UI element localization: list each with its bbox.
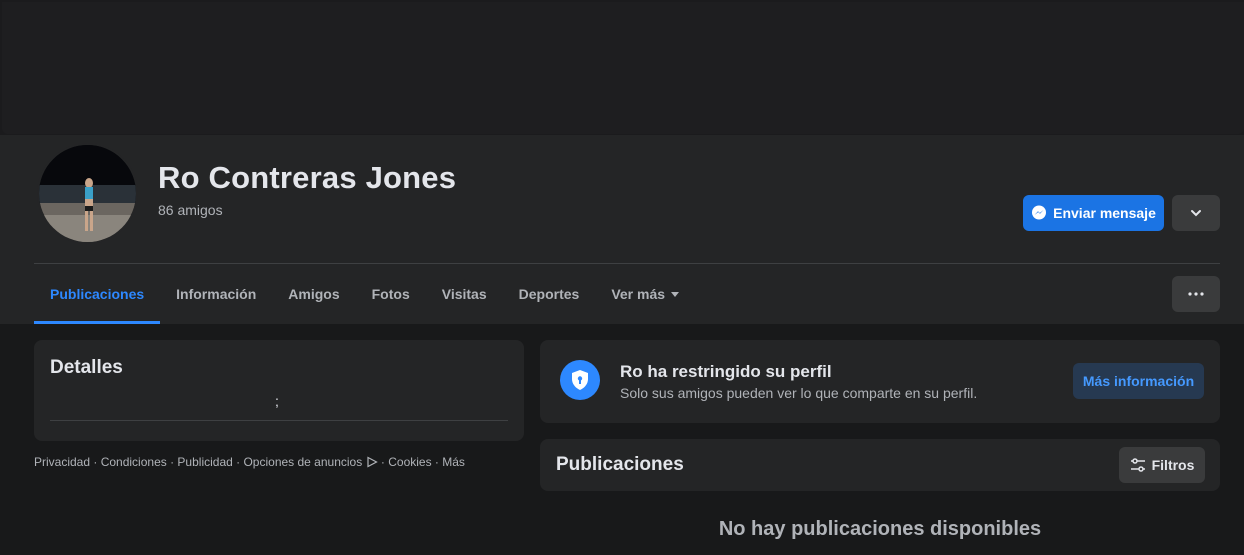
ad-choices-icon bbox=[366, 456, 378, 468]
footer-ads-link[interactable]: Publicidad bbox=[177, 455, 232, 469]
posts-header-card: Publicaciones Filtros bbox=[540, 439, 1220, 491]
tab-amigos[interactable]: Amigos bbox=[272, 264, 355, 324]
filters-label: Filtros bbox=[1151, 457, 1195, 473]
details-title: Detalles bbox=[50, 357, 123, 378]
profile-name: Ro Contreras Jones bbox=[158, 160, 457, 195]
tab-label: Ver más bbox=[611, 286, 666, 302]
more-options-button[interactable] bbox=[1172, 276, 1220, 312]
avatar[interactable] bbox=[37, 143, 138, 244]
tab-label: Amigos bbox=[288, 286, 340, 302]
avatar-photo bbox=[39, 145, 136, 242]
footer-more-link[interactable]: Más bbox=[442, 455, 465, 469]
more-info-button[interactable]: Más información bbox=[1073, 363, 1204, 399]
posts-title: Publicaciones bbox=[556, 454, 684, 475]
tab-label: Deportes bbox=[518, 286, 580, 302]
cover-photo-area bbox=[2, 2, 1244, 134]
footer-ad-choices-link[interactable]: Opciones de anuncios bbox=[243, 455, 362, 469]
footer-links: Privacidad · Condiciones · Publicidad · … bbox=[34, 455, 465, 469]
details-text: ; bbox=[275, 393, 279, 409]
footer-terms-link[interactable]: Condiciones bbox=[101, 455, 167, 469]
tab-deportes[interactable]: Deportes bbox=[503, 264, 596, 324]
shield-glyph bbox=[572, 370, 588, 390]
profile-tabs: Publicaciones Información Amigos Fotos V… bbox=[34, 264, 695, 324]
details-card: Detalles ; bbox=[34, 340, 524, 441]
messenger-icon bbox=[1032, 205, 1047, 220]
send-message-button[interactable]: Enviar mensaje bbox=[1023, 195, 1164, 231]
shield-lock-icon bbox=[560, 360, 600, 400]
footer-privacy-link[interactable]: Privacidad bbox=[34, 455, 90, 469]
chevron-down-icon bbox=[1191, 210, 1201, 217]
tab-ver-mas[interactable]: Ver más bbox=[595, 264, 695, 324]
tab-label: Visitas bbox=[441, 286, 487, 302]
sliders-icon bbox=[1130, 458, 1145, 472]
tab-publicaciones[interactable]: Publicaciones bbox=[34, 264, 161, 324]
tab-label: Fotos bbox=[371, 286, 410, 302]
tab-informacion[interactable]: Información bbox=[160, 264, 272, 324]
ellipsis-icon bbox=[1188, 292, 1204, 296]
caret-down-icon bbox=[671, 291, 680, 297]
details-divider bbox=[50, 420, 508, 421]
filters-button[interactable]: Filtros bbox=[1119, 447, 1205, 483]
cover-photo bbox=[0, 0, 1244, 135]
restricted-title: Ro ha restringido su perfil bbox=[620, 362, 832, 381]
tab-fotos[interactable]: Fotos bbox=[356, 264, 426, 324]
empty-posts-message: No hay publicaciones disponibles bbox=[718, 518, 1042, 540]
tab-label: Publicaciones bbox=[50, 286, 145, 302]
restricted-subtitle: Solo sus amigos pueden ver lo que compar… bbox=[620, 385, 978, 401]
tab-label: Información bbox=[176, 286, 257, 302]
friends-count[interactable]: 86 amigos bbox=[158, 202, 223, 218]
profile-options-dropdown[interactable] bbox=[1172, 195, 1220, 231]
restricted-profile-card: Ro ha restringido su perfil Solo sus ami… bbox=[540, 340, 1220, 423]
send-message-label: Enviar mensaje bbox=[1053, 205, 1156, 221]
tab-visitas[interactable]: Visitas bbox=[426, 264, 503, 324]
footer-cookies-link[interactable]: Cookies bbox=[388, 455, 431, 469]
